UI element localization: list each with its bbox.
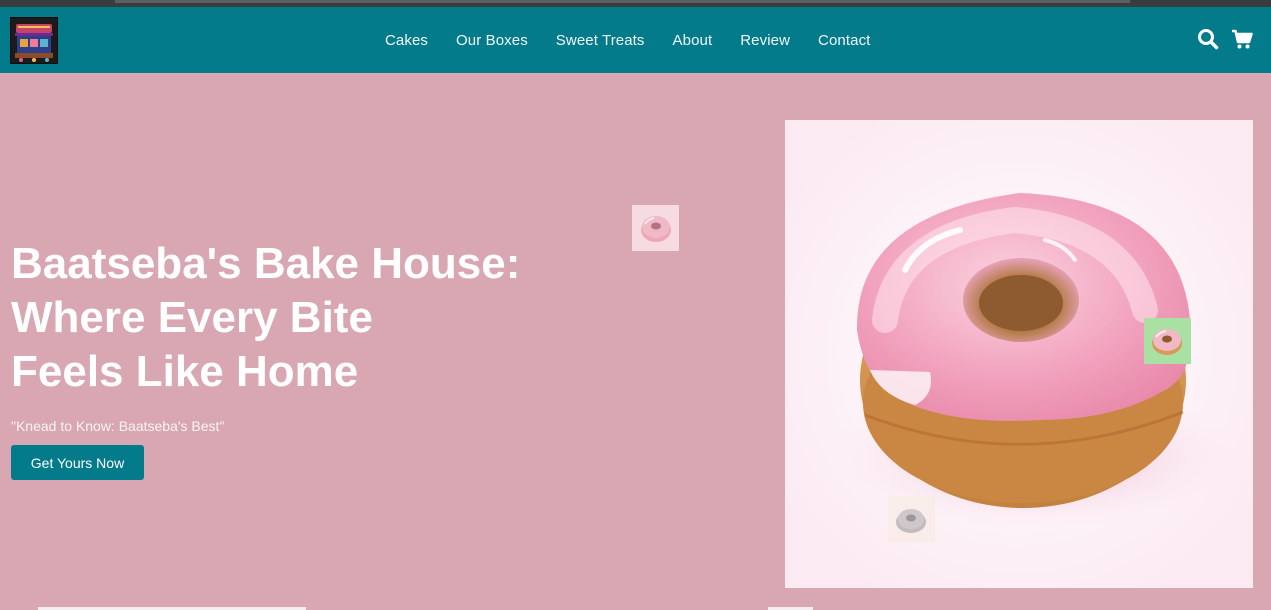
search-icon[interactable] (1197, 28, 1219, 50)
hero-title-line: Baatseba's Bake House: (11, 239, 521, 288)
cart-icon[interactable] (1231, 28, 1253, 50)
hero-title-line: Where Every Bite (11, 293, 373, 342)
browser-top-strip-highlight (115, 0, 1130, 3)
navbar: Cakes Our Boxes Sweet Treats About Revie… (0, 7, 1271, 73)
main-nav: Cakes Our Boxes Sweet Treats About Revie… (371, 7, 884, 73)
get-yours-now-button[interactable]: Get Yours Now (11, 445, 144, 480)
browser-top-strip (0, 0, 1271, 7)
nav-link-cakes[interactable]: Cakes (371, 32, 442, 49)
donut-thumbnail (1144, 318, 1191, 364)
nav-link-about[interactable]: About (659, 32, 727, 49)
donut-thumbnail (888, 496, 935, 542)
nav-link-sweet-treats[interactable]: Sweet Treats (542, 32, 659, 49)
nav-icons (1197, 28, 1253, 50)
hero-subtitle: "Knead to Know: Baatseba's Best" (11, 418, 225, 434)
donut-thumbnail (632, 205, 679, 251)
nav-link-our-boxes[interactable]: Our Boxes (442, 32, 542, 49)
hero-title: Baatseba's Bake House: Where Every Bite … (11, 237, 611, 399)
nav-link-review[interactable]: Review (726, 32, 804, 49)
nav-link-contact[interactable]: Contact (804, 32, 884, 49)
bakery-logo-icon[interactable] (10, 17, 58, 64)
hero-title-line: Feels Like Home (11, 347, 359, 396)
